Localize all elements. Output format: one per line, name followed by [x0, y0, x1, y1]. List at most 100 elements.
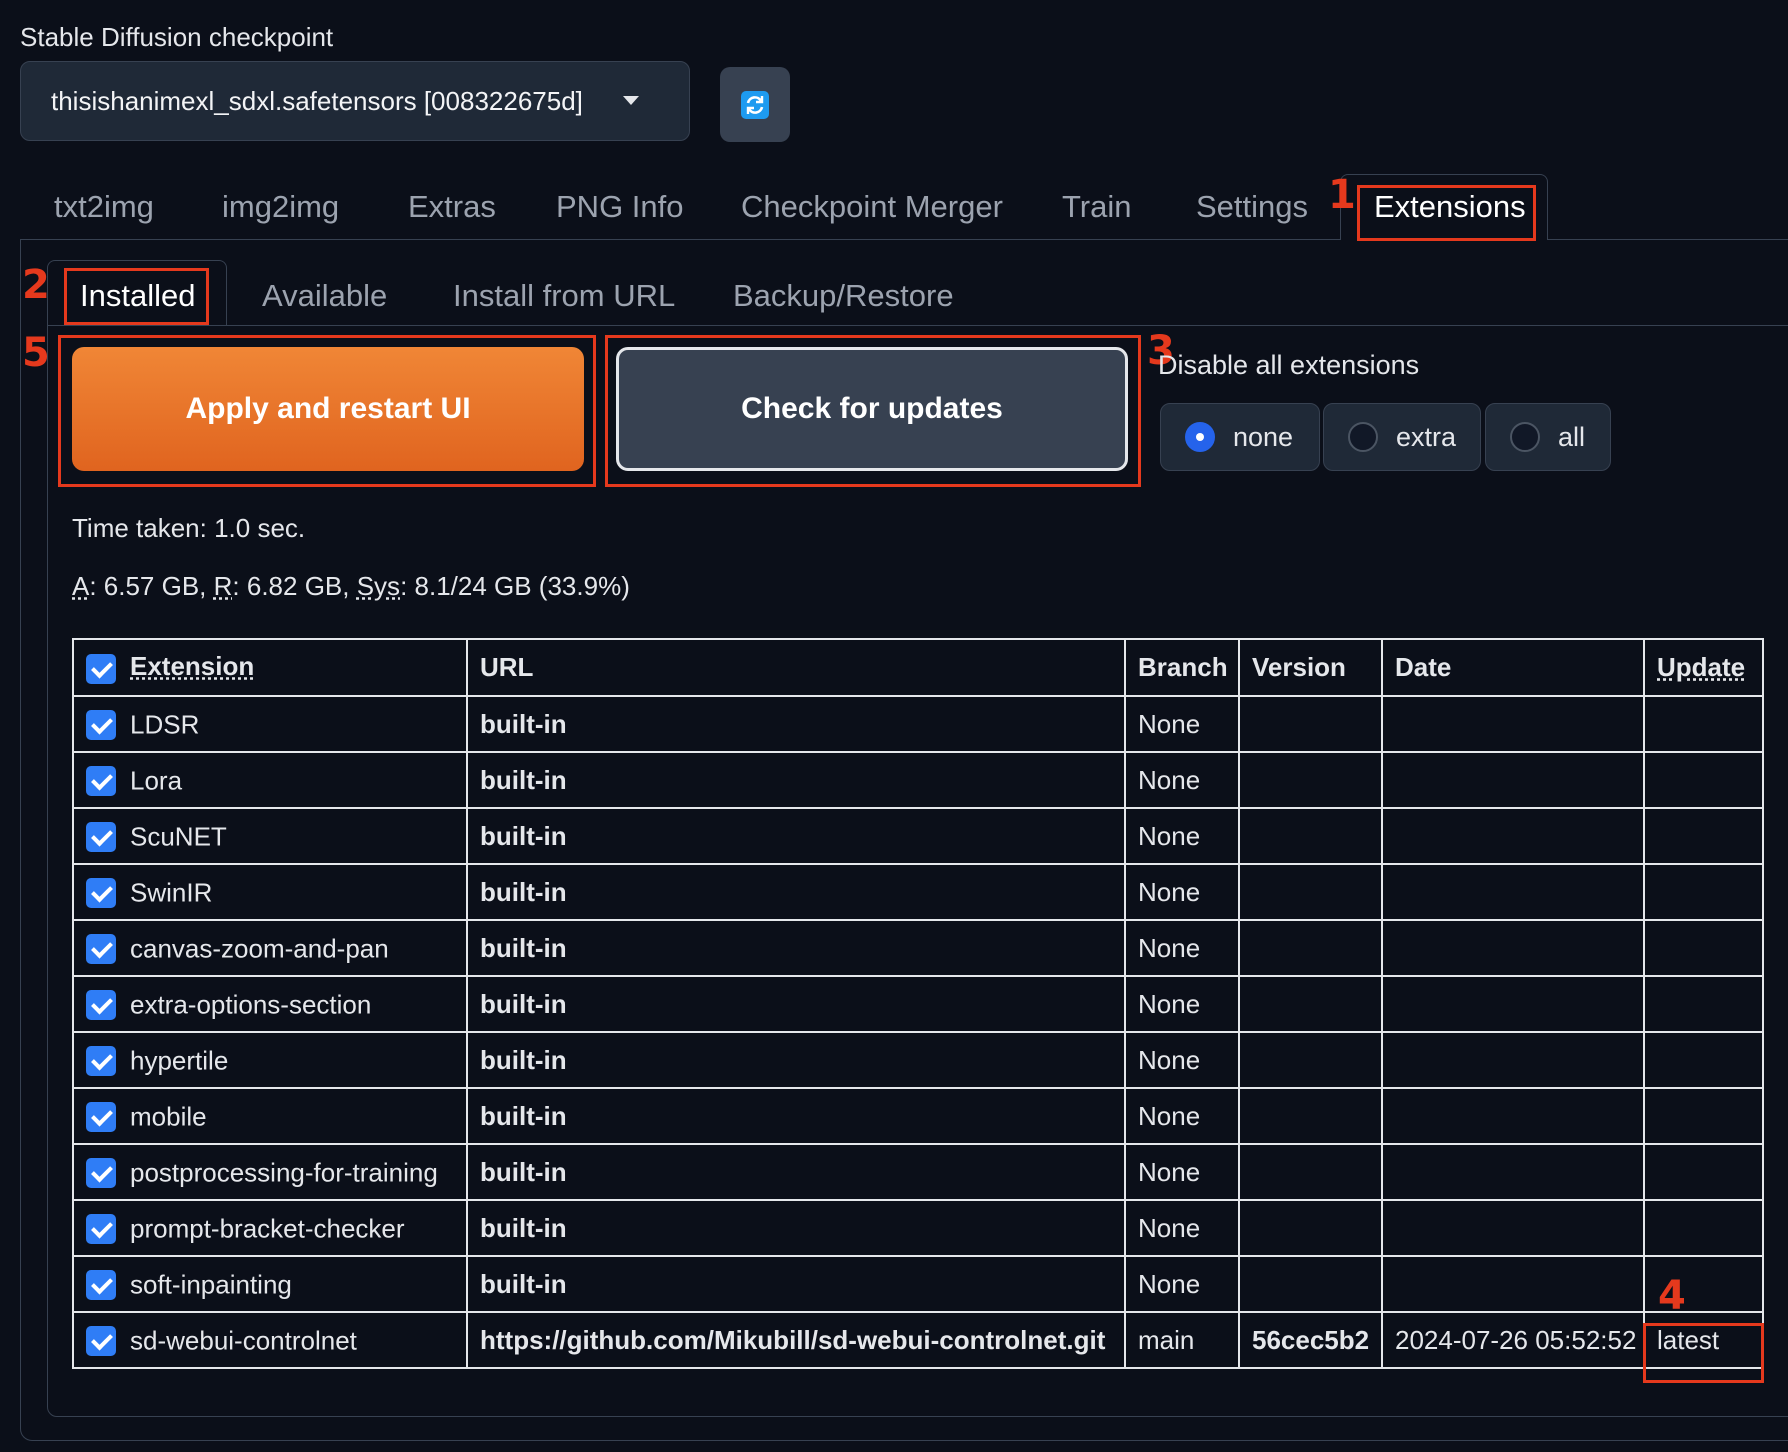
- tab-train[interactable]: Train: [1062, 189, 1131, 225]
- cell-date: [1381, 863, 1645, 921]
- extension-name: canvas-zoom-and-pan: [130, 933, 389, 964]
- annotation-box-apply: [58, 335, 596, 487]
- refresh-icon: [741, 90, 769, 119]
- cell-date: [1381, 919, 1645, 977]
- radio-none[interactable]: none: [1160, 403, 1320, 471]
- mem-sys-label: Sys: [356, 571, 401, 601]
- cell-version: 56cec5b2: [1238, 1311, 1383, 1369]
- cell-extension: extra-options-section: [72, 975, 468, 1033]
- table-row: postprocessing-for-training built-in None: [72, 1143, 1764, 1201]
- cell-version: [1238, 807, 1383, 865]
- extension-enabled-checkbox[interactable]: [86, 877, 116, 908]
- cell-date: [1381, 1199, 1645, 1257]
- table-row: LDSR built-in None: [72, 695, 1764, 753]
- memory-stats: A: 6.57 GB, R: 6.82 GB, Sys: 8.1/24 GB (…: [72, 571, 630, 602]
- checkpoint-dropdown[interactable]: thisishanimexl_sdxl.safetensors [0083226…: [20, 61, 690, 141]
- cell-date: [1381, 695, 1645, 753]
- cell-url: built-in: [466, 975, 1126, 1033]
- cell-branch: None: [1124, 1255, 1240, 1313]
- cell-branch: None: [1124, 863, 1240, 921]
- cell-extension: Lora: [72, 751, 468, 809]
- radio-all[interactable]: all: [1485, 403, 1611, 471]
- annotation-box-check-updates: [605, 335, 1141, 487]
- chevron-down-icon: [623, 96, 639, 105]
- tab-available[interactable]: Available: [262, 278, 387, 314]
- radio-all-label: all: [1558, 421, 1586, 452]
- header-version: Version: [1238, 638, 1383, 697]
- mem-a-label: A: [72, 571, 90, 601]
- extension-name: extra-options-section: [130, 989, 372, 1020]
- tab-txt2img[interactable]: txt2img: [54, 189, 154, 225]
- tab-img2img[interactable]: img2img: [222, 189, 339, 225]
- tab-png-info[interactable]: PNG Info: [556, 189, 684, 225]
- cell-date: [1381, 1143, 1645, 1201]
- extension-enabled-checkbox[interactable]: [86, 1213, 116, 1244]
- cell-version: [1238, 863, 1383, 921]
- table-row: ScuNET built-in None: [72, 807, 1764, 865]
- header-extension[interactable]: Extension: [72, 638, 468, 697]
- tab-checkpoint-merger[interactable]: Checkpoint Merger: [741, 189, 1003, 225]
- extension-enabled-checkbox[interactable]: [86, 1325, 116, 1356]
- annotation-box-extensions: [1357, 185, 1536, 241]
- cell-update: [1643, 1143, 1764, 1201]
- time-taken: Time taken: 1.0 sec.: [72, 513, 306, 543]
- annotation-number-4: 4: [1658, 1273, 1686, 1319]
- cell-branch: None: [1124, 1031, 1240, 1089]
- cell-date: [1381, 751, 1645, 809]
- select-all-checkbox[interactable]: [86, 653, 116, 684]
- extension-name: hypertile: [130, 1045, 229, 1076]
- extension-enabled-checkbox[interactable]: [86, 765, 116, 796]
- header-extension-label: Extension: [130, 651, 255, 682]
- tab-extras[interactable]: Extras: [408, 189, 496, 225]
- cell-url: built-in: [466, 695, 1126, 753]
- cell-extension: LDSR: [72, 695, 468, 753]
- header-update[interactable]: Update: [1643, 638, 1764, 697]
- extension-enabled-checkbox[interactable]: [86, 933, 116, 964]
- checkpoint-value: thisishanimexl_sdxl.safetensors [0083226…: [51, 85, 583, 116]
- cell-url: built-in: [466, 751, 1126, 809]
- cell-branch: main: [1124, 1311, 1240, 1369]
- mem-r-value: : 6.82 GB,: [232, 571, 357, 601]
- tab-backup-restore[interactable]: Backup/Restore: [733, 278, 954, 314]
- cell-version: [1238, 975, 1383, 1033]
- radio-extra[interactable]: extra: [1323, 403, 1481, 471]
- extension-enabled-checkbox[interactable]: [86, 1045, 116, 1076]
- table-row: sd-webui-controlnet https://github.com/Mi…: [72, 1311, 1764, 1369]
- cell-date: [1381, 975, 1645, 1033]
- cell-extension: sd-webui-controlnet: [72, 1311, 468, 1369]
- cell-extension: canvas-zoom-and-pan: [72, 919, 468, 977]
- table-row: canvas-zoom-and-pan built-in None: [72, 919, 1764, 977]
- cell-version: [1238, 1143, 1383, 1201]
- extension-enabled-checkbox[interactable]: [86, 1269, 116, 1300]
- tab-install-from-url[interactable]: Install from URL: [453, 278, 675, 314]
- cell-url[interactable]: https://github.com/Mikubill/sd-webui-con…: [466, 1311, 1126, 1369]
- cell-update: [1643, 751, 1764, 809]
- cell-branch: None: [1124, 807, 1240, 865]
- cell-date: [1381, 807, 1645, 865]
- cell-version: [1238, 695, 1383, 753]
- tab-settings[interactable]: Settings: [1196, 189, 1308, 225]
- extension-enabled-checkbox[interactable]: [86, 1157, 116, 1188]
- cell-version: [1238, 751, 1383, 809]
- radio-unselected-icon: [1510, 422, 1540, 452]
- cell-date: [1381, 1087, 1645, 1145]
- cell-extension: soft-inpainting: [72, 1255, 468, 1313]
- extension-enabled-checkbox[interactable]: [86, 709, 116, 740]
- annotation-number-5: 5: [22, 330, 50, 376]
- cell-update: [1643, 1199, 1764, 1257]
- cell-branch: None: [1124, 695, 1240, 753]
- extension-name: sd-webui-controlnet: [130, 1325, 357, 1356]
- extension-enabled-checkbox[interactable]: [86, 821, 116, 852]
- radio-extra-label: extra: [1396, 421, 1457, 452]
- annotation-box-update: [1643, 1323, 1764, 1383]
- refresh-checkpoint-button[interactable]: [720, 67, 790, 142]
- cell-url: built-in: [466, 1255, 1126, 1313]
- cell-date: [1381, 1031, 1645, 1089]
- table-row: mobile built-in None: [72, 1087, 1764, 1145]
- cell-version: [1238, 1087, 1383, 1145]
- table-row: SwinIR built-in None: [72, 863, 1764, 921]
- extension-enabled-checkbox[interactable]: [86, 1101, 116, 1132]
- extension-name: prompt-bracket-checker: [130, 1213, 405, 1244]
- cell-extension: prompt-bracket-checker: [72, 1199, 468, 1257]
- extension-enabled-checkbox[interactable]: [86, 989, 116, 1020]
